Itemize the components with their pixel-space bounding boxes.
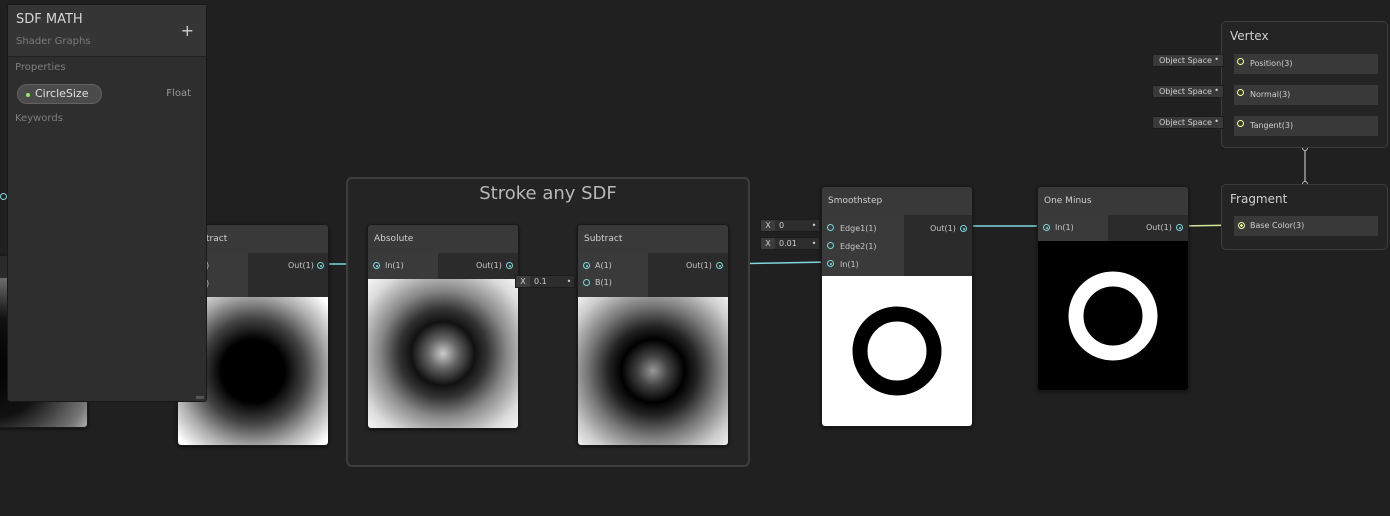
node-title: One Minus xyxy=(1038,187,1188,215)
port-edge1-label: Edge1(1) xyxy=(840,224,877,233)
port-edge2-label: Edge2(1) xyxy=(840,242,877,251)
slot-tangent[interactable]: Tangent(3) xyxy=(1234,116,1378,136)
slot-position[interactable]: Position(3) xyxy=(1234,54,1378,74)
object-space-tag[interactable]: Object Space • xyxy=(1152,54,1224,67)
edge2-value-field[interactable]: X 0.01 • xyxy=(760,237,820,250)
port-dot[interactable] xyxy=(1237,58,1244,65)
object-space-tag[interactable]: Object Space • xyxy=(1152,85,1224,98)
field-connector-dot: • xyxy=(811,239,817,248)
port-a-label: A(1) xyxy=(595,261,612,270)
value-input[interactable]: 0.01 xyxy=(775,239,809,248)
property-pill-circlesize[interactable]: CircleSize xyxy=(17,84,102,104)
port-edge2-dot[interactable] xyxy=(827,242,834,249)
slot-normal[interactable]: Normal(3) xyxy=(1234,85,1378,105)
node-title: Absolute xyxy=(368,225,518,253)
property-type: Float xyxy=(166,88,191,99)
node-preview xyxy=(578,297,728,445)
port-in-label: In(1) xyxy=(840,260,859,269)
properties-label: Properties xyxy=(15,62,66,73)
blackboard-panel[interactable]: SDF MATH Shader Graphs + Properties Circ… xyxy=(7,4,207,402)
port-out-label: Out(1) xyxy=(288,261,314,270)
blackboard-header: SDF MATH Shader Graphs + xyxy=(8,5,206,57)
property-name: CircleSize xyxy=(35,87,89,100)
add-property-button[interactable]: + xyxy=(181,21,194,40)
slot-base-color[interactable]: Base Color(3) xyxy=(1234,216,1378,236)
port-dot[interactable] xyxy=(1238,222,1245,229)
axis-label: X xyxy=(761,238,775,249)
property-type-dot xyxy=(26,93,30,97)
port-b-dot[interactable] xyxy=(583,279,590,286)
port-dot[interactable] xyxy=(0,193,7,200)
axis-label: X xyxy=(516,276,530,287)
field-connector-dot: • xyxy=(811,221,817,230)
port-in-dot[interactable] xyxy=(373,262,380,269)
port-dot[interactable] xyxy=(1237,89,1244,96)
ring-preview xyxy=(852,306,942,396)
port-out-dot[interactable] xyxy=(716,262,723,269)
node-absolute[interactable]: Absolute In(1) Out(1) xyxy=(367,224,519,429)
edge1-value-field[interactable]: X 0 • xyxy=(760,219,820,232)
node-title: Subtract xyxy=(578,225,728,253)
value-input[interactable]: 0.1 xyxy=(530,277,564,286)
port-in-label: In(1) xyxy=(385,261,404,270)
fragment-title: Fragment xyxy=(1230,192,1288,206)
port-dot[interactable] xyxy=(1237,120,1244,127)
port-out-dot[interactable] xyxy=(317,262,324,269)
port-out-dot[interactable] xyxy=(960,225,967,232)
value-input[interactable]: 0 xyxy=(775,221,809,230)
port-b-label: B(1) xyxy=(595,278,612,287)
axis-label: X xyxy=(761,220,775,231)
port-in-dot[interactable] xyxy=(827,260,834,267)
node-preview xyxy=(368,279,518,428)
port-out-dot[interactable] xyxy=(1176,224,1183,231)
object-space-tag[interactable]: Object Space • xyxy=(1152,116,1224,129)
node-preview xyxy=(822,276,972,426)
port-edge1-dot[interactable] xyxy=(827,224,834,231)
port-out-label: Out(1) xyxy=(1146,223,1172,232)
field-connector-dot: • xyxy=(566,277,572,286)
resize-handle[interactable] xyxy=(196,396,204,399)
port-out-label: Out(1) xyxy=(930,224,956,233)
graph-path: Shader Graphs xyxy=(16,36,91,47)
group-title[interactable]: Stroke any SDF xyxy=(348,183,748,204)
node-title: Smoothstep xyxy=(822,187,972,215)
node-one-minus[interactable]: One Minus In(1) Out(1) xyxy=(1037,186,1189,391)
vertex-title: Vertex xyxy=(1230,29,1269,43)
master-stack-fragment[interactable]: Fragment Base Color(3) xyxy=(1221,184,1388,250)
node-smoothstep[interactable]: Smoothstep Edge1(1) Edge2(1) In(1) Out(1… xyxy=(821,186,973,427)
node-subtract-2[interactable]: Subtract A(1) B(1) Out(1) xyxy=(577,224,729,446)
graph-title[interactable]: SDF MATH xyxy=(16,12,83,27)
port-a-dot[interactable] xyxy=(583,262,590,269)
master-stack-vertex[interactable]: Vertex Position(3) Normal(3) Tangent(3) xyxy=(1221,21,1388,148)
keywords-label: Keywords xyxy=(15,113,63,124)
port-in-dot[interactable] xyxy=(1043,224,1050,231)
node-preview xyxy=(1038,241,1188,390)
ring-preview xyxy=(1068,271,1158,361)
port-in-label: In(1) xyxy=(1055,223,1074,232)
port-out-dot[interactable] xyxy=(506,262,513,269)
port-out-label: Out(1) xyxy=(476,261,502,270)
port-out-label: Out(1) xyxy=(686,261,712,270)
graph-canvas[interactable]: tract ) ) Out(1) Stroke any SDF Absolute… xyxy=(0,0,1390,516)
subtract-b-value-field[interactable]: X 0.1 • xyxy=(515,275,575,288)
